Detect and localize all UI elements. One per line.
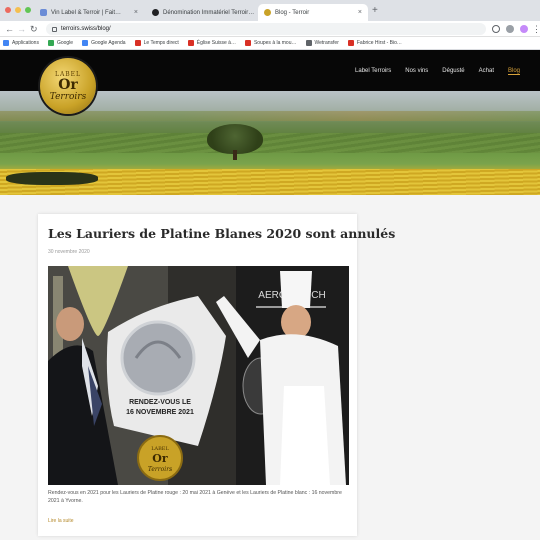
tab-label: Blog - Terroir — [275, 9, 310, 16]
logo-or-text: Or — [58, 76, 78, 93]
read-more-link[interactable]: Lire la suite — [48, 518, 74, 524]
browser-tab-2[interactable]: Dénomination Immatériel Terroir… × — [146, 4, 256, 21]
menu-item-deguste[interactable]: Dégusté — [442, 68, 464, 75]
bookmark-favicon-icon — [82, 40, 89, 46]
close-window-icon[interactable] — [5, 7, 11, 13]
browser-tab-bar: Vin Label & Terroir | Fait… × Dénominati… — [0, 0, 540, 21]
bookmark-item[interactable]: Fabrice Hirst - Bio… — [347, 40, 402, 46]
article-excerpt: Rendez-vous en 2021 pour les Lauriers de… — [48, 490, 342, 504]
menu-item-achat[interactable]: Achat — [479, 68, 494, 75]
bookmark-label: Google Agenda — [91, 40, 126, 46]
main-menu: Label Terroirs Nos vins Dégusté Achat Bl… — [355, 68, 520, 75]
vineyard-rows — [0, 133, 540, 153]
bookmark-favicon-icon — [187, 40, 194, 46]
bookmark-favicon-icon — [47, 40, 54, 46]
close-tab-icon[interactable]: × — [130, 9, 138, 16]
bookmark-favicon-icon — [244, 40, 251, 46]
bookmark-favicon-icon — [134, 40, 141, 46]
menu-item-label-terroirs[interactable]: Label Terroirs — [355, 68, 391, 75]
chef-apron — [280, 386, 330, 485]
man-left-head — [56, 307, 84, 341]
window-controls[interactable] — [5, 7, 31, 13]
bookmark-label: Le Temps direct — [143, 40, 179, 46]
tab-label: Vin Label & Terroir | Fait… — [51, 9, 122, 16]
menu-item-blog[interactable]: Blog — [507, 68, 520, 75]
close-tab-icon[interactable]: × — [254, 9, 256, 16]
star-icon[interactable] — [492, 25, 500, 33]
apps-grid-icon — [3, 40, 9, 46]
chef-hat — [280, 271, 312, 308]
forward-icon[interactable]: → — [17, 24, 26, 34]
address-bar-row: ← → ↻ terroirs.swiss/blog/ ⋮ — [0, 21, 540, 37]
url-input[interactable]: terroirs.swiss/blog/ — [46, 23, 486, 35]
minimize-window-icon[interactable] — [15, 7, 21, 13]
chef-head — [281, 305, 311, 339]
tab-label: Dénomination Immatériel Terroir… — [163, 9, 255, 16]
maximize-window-icon[interactable] — [25, 7, 31, 13]
badge-line-2: Or — [152, 452, 168, 465]
bookmark-item[interactable]: Soupes à la mou… — [244, 40, 297, 46]
bookmark-label: Applications — [12, 40, 39, 46]
article-photo-illustration: AEROSPATCH RENDEZ-VOUS LE 16 NOVEMBRE 20… — [48, 266, 349, 485]
bookmark-item[interactable]: Google Agenda — [82, 40, 126, 46]
bookmark-favicon-icon — [347, 40, 354, 46]
bookmark-label: Église Suisse à… — [196, 40, 236, 46]
badge-line-3: Terroirs — [148, 466, 172, 473]
bookmarks-bar: Applications Google Google Agenda Le Tem… — [0, 37, 540, 50]
new-tab-icon[interactable]: + — [372, 5, 378, 16]
article-title[interactable]: Les Lauriers de Platine Blanes 2020 sont… — [48, 226, 395, 241]
bookmark-item[interactable]: Google — [47, 40, 74, 46]
hedge-image — [6, 172, 98, 185]
logo-terroirs-text: Terroirs — [49, 91, 87, 102]
close-tab-icon[interactable]: × — [354, 9, 362, 16]
tab-favicon-icon — [40, 9, 47, 16]
url-text: terroirs.swiss/blog/ — [61, 26, 111, 32]
bookmark-label: Wetransfer — [314, 40, 339, 46]
tab-favicon-icon — [264, 9, 271, 16]
browser-tab-1[interactable]: Vin Label & Terroir | Fait… × — [34, 4, 144, 21]
extension-icon[interactable] — [506, 25, 514, 33]
reload-icon[interactable]: ↻ — [30, 24, 38, 34]
bookmark-item[interactable]: Le Temps direct — [134, 40, 179, 46]
browser-menu-icon[interactable]: ⋮ — [532, 24, 540, 34]
back-icon[interactable]: ← — [5, 24, 14, 34]
bookmark-label: Soupes à la mou… — [253, 40, 297, 46]
sign-line-1: RENDEZ-VOUS LE — [129, 399, 191, 406]
article-date: 30 novembre 2020 — [48, 249, 90, 255]
tree-trunk — [233, 150, 237, 160]
bookmark-item[interactable]: Église Suisse à… — [187, 40, 236, 46]
platinum-medal — [120, 320, 196, 396]
profile-avatar[interactable] — [520, 25, 528, 33]
bookmark-item[interactable]: Applications — [3, 40, 39, 46]
bookmark-label: Google — [56, 40, 74, 46]
article-photo[interactable]: AEROSPATCH RENDEZ-VOUS LE 16 NOVEMBRE 20… — [48, 266, 349, 485]
sign-line-2: 16 NOVEMBRE 2021 — [126, 409, 194, 416]
bookmark-label: Fabrice Hirst - Bio… — [356, 40, 402, 46]
distant-fields — [0, 111, 540, 121]
tab-favicon-icon — [152, 9, 159, 16]
bookmark-item[interactable]: Wetransfer — [305, 40, 339, 46]
browser-tab-3-active[interactable]: Blog - Terroir × — [258, 4, 368, 21]
lock-icon — [52, 26, 57, 32]
bookmark-favicon-icon — [305, 40, 312, 46]
menu-item-nos-vins[interactable]: Nos vins — [405, 68, 428, 75]
site-logo[interactable]: LABEL Or Terroirs — [40, 58, 96, 114]
